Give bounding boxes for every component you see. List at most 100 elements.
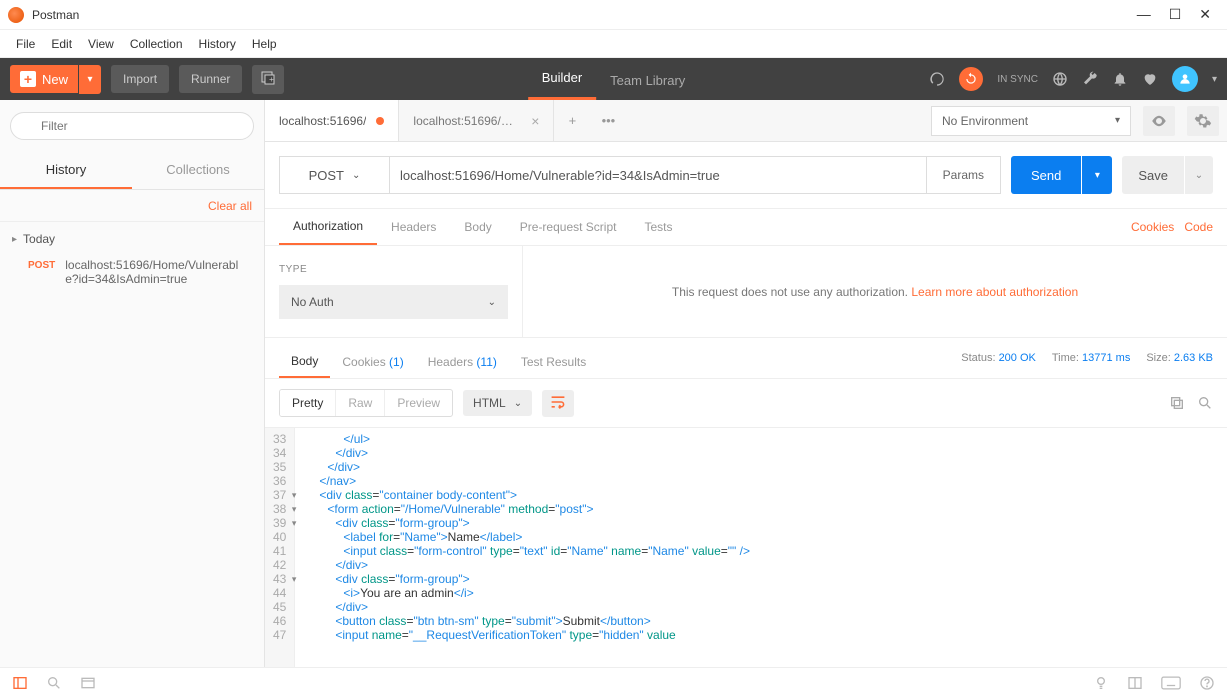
menu-view[interactable]: View [80,33,122,55]
sync-icon[interactable] [959,67,983,91]
environment-select[interactable]: No Environment ▾ [931,106,1131,136]
auth-learn-more-link[interactable]: Learn more about authorization [911,285,1078,299]
console-icon[interactable] [80,675,96,691]
auth-type-value: No Auth [291,295,334,309]
chevron-down-icon: ⌄ [514,398,522,409]
chevron-down-icon: ⌄ [352,170,360,181]
gear-icon[interactable] [1187,106,1219,136]
menu-help[interactable]: Help [244,33,285,55]
two-pane-icon[interactable] [1127,675,1143,691]
view-pretty[interactable]: Pretty [280,390,335,416]
history-url: localhost:51696/Home/Vulnerable?id=34&Is… [65,258,250,286]
history-group[interactable]: ▸Today [0,222,264,252]
postman-logo-icon [8,7,24,23]
menu-edit[interactable]: Edit [43,33,80,55]
body-toolbar: PrettyRawPreview HTML ⌄ [265,379,1227,427]
request-tab[interactable]: localhost:51696/ [265,100,399,141]
tab-builder[interactable]: Builder [528,58,596,100]
history-method: POST [28,258,55,286]
add-tab-button[interactable]: + [554,100,590,141]
copy-icon[interactable] [1169,395,1185,411]
dirty-dot-icon [376,117,384,125]
center-tabs: BuilderTeam Library [528,58,700,100]
view-mode-group: PrettyRawPreview [279,389,453,417]
maximize-icon[interactable]: ☐ [1169,6,1182,23]
help-icon[interactable] [1199,675,1215,691]
reqtab-body[interactable]: Body [450,210,505,244]
tab-label: localhost:51696/Home [413,114,521,128]
svg-text:+: + [269,75,274,84]
tab-options-button[interactable]: ••• [590,100,626,141]
avatar-dropdown-icon[interactable]: ▾ [1212,74,1217,85]
tab-team-library[interactable]: Team Library [596,61,699,100]
bell-icon[interactable] [1112,71,1128,87]
view-raw[interactable]: Raw [335,390,384,416]
link-cookies[interactable]: Cookies [1131,220,1174,234]
find-icon[interactable] [46,675,62,691]
filter-input[interactable] [10,112,254,140]
resptab-body[interactable]: Body [279,346,330,378]
caret-icon: ▸ [12,234,17,245]
menu-file[interactable]: File [8,33,43,55]
avatar[interactable] [1172,66,1198,92]
menubar: FileEditViewCollectionHistoryHelp [0,30,1227,58]
reqtab-authorization[interactable]: Authorization [279,209,377,245]
sidebar-toggle-icon[interactable] [12,675,28,691]
request-sub-tabs: AuthorizationHeadersBodyPre-request Scri… [265,209,1227,246]
minimize-icon[interactable]: — [1137,6,1151,23]
search-response-icon[interactable] [1197,395,1213,411]
wrap-lines-button[interactable] [542,390,574,417]
tab-strip: localhost:51696/localhost:51696/Home× + … [265,100,1227,142]
new-dropdown[interactable]: ▾ [79,65,101,94]
resptab-test-results[interactable]: Test Results [509,347,598,377]
reqtab-pre-request-script[interactable]: Pre-request Script [506,210,631,244]
sidebar: ⌕ HistoryCollections Clear all ▸TodayPOS… [0,100,265,667]
heart-icon[interactable] [1142,71,1158,87]
view-preview[interactable]: Preview [384,390,452,416]
history-list: ▸Today POST localhost:51696/Home/Vulnerabl… [0,222,264,292]
send-button[interactable]: Send [1011,156,1081,194]
sidebar-tab-history[interactable]: History [0,152,132,189]
wrench-icon[interactable] [1082,71,1098,87]
response-body[interactable]: 333435363738394041424344454647 </ul></di… [265,427,1227,667]
globe-icon[interactable] [1052,71,1068,87]
save-dropdown[interactable]: ⌄ [1185,156,1213,194]
new-window-button[interactable]: + [252,65,284,94]
menu-history[interactable]: History [191,33,244,55]
runner-button[interactable]: Runner [179,65,242,93]
resptab-headers[interactable]: Headers (11) [416,347,509,377]
window-controls: — ☐ ✕ [1137,6,1219,23]
satellite-icon[interactable] [929,71,945,87]
request-tab[interactable]: localhost:51696/Home × [399,100,554,141]
eye-icon[interactable] [1143,106,1175,136]
send-dropdown[interactable]: ▾ [1082,156,1112,194]
resptab-cookies[interactable]: Cookies (1) [330,347,415,377]
save-button[interactable]: Save [1122,156,1184,194]
menu-collection[interactable]: Collection [122,33,191,55]
statusbar [0,667,1227,697]
close-tab-icon[interactable]: × [531,113,539,129]
auth-message: This request does not use any authorizat… [672,285,1078,299]
import-button[interactable]: Import [111,65,169,93]
bulb-icon[interactable] [1093,675,1109,691]
new-button[interactable]: +New [10,65,78,93]
history-item[interactable]: POST localhost:51696/Home/Vulnerable?id=3… [0,252,264,292]
reqtab-tests[interactable]: Tests [630,210,686,244]
chevron-down-icon: ▾ [1115,115,1120,126]
clear-all-link[interactable]: Clear all [208,199,252,213]
params-button[interactable]: Params [927,156,1001,194]
method-select[interactable]: POST ⌄ [279,156,389,194]
toolbar: +New ▾ Import Runner + BuilderTeam Libra… [0,58,1227,100]
sidebar-tab-collections[interactable]: Collections [132,152,264,189]
tab-label: localhost:51696/ [279,114,366,128]
auth-type-label: TYPE [279,264,508,275]
code-lines: </ul></div></div></nav><div class="conta… [295,428,758,667]
format-select[interactable]: HTML ⌄ [463,390,532,416]
auth-type-select[interactable]: No Auth ⌄ [279,285,508,319]
link-code[interactable]: Code [1184,220,1213,234]
keyboard-icon[interactable] [1161,675,1181,691]
reqtab-headers[interactable]: Headers [377,210,450,244]
url-input[interactable] [389,156,927,194]
plus-icon: + [20,71,36,87]
close-icon[interactable]: ✕ [1199,6,1211,23]
